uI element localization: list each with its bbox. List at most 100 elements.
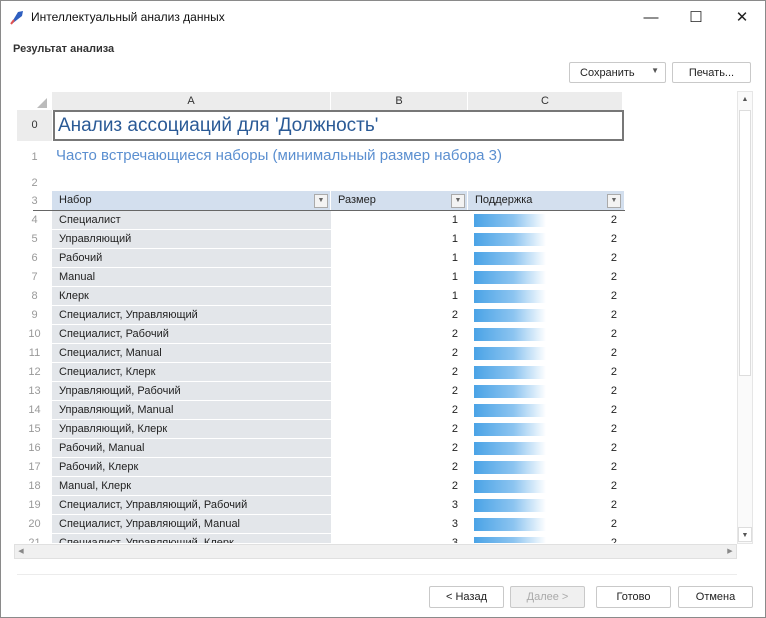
column-header-c[interactable]: C bbox=[468, 92, 623, 110]
cell-set[interactable]: Рабочий bbox=[52, 249, 331, 267]
cell-support[interactable]: 2 bbox=[537, 515, 617, 533]
support-data-bar bbox=[474, 461, 546, 474]
scroll-down-icon[interactable]: ▼ bbox=[738, 527, 752, 542]
filter-dropdown-icon[interactable]: ▼ bbox=[314, 194, 328, 208]
cell-support[interactable]: 2 bbox=[537, 344, 617, 362]
cell-size[interactable]: 2 bbox=[331, 420, 468, 438]
row-number: 12 bbox=[28, 366, 41, 378]
row-number: 16 bbox=[28, 442, 41, 454]
filter-dropdown-icon[interactable]: ▼ bbox=[607, 194, 621, 208]
back-button[interactable]: < Назад bbox=[429, 586, 504, 608]
cell-support[interactable]: 2 bbox=[537, 534, 617, 543]
print-button[interactable]: Печать... bbox=[672, 62, 751, 83]
cell-support[interactable]: 2 bbox=[537, 287, 617, 305]
cell-size[interactable]: 3 bbox=[331, 515, 468, 533]
support-data-bar bbox=[474, 537, 546, 543]
support-data-bar bbox=[474, 480, 546, 493]
cancel-button[interactable]: Отмена bbox=[678, 586, 753, 608]
column-header-b[interactable]: B bbox=[331, 92, 468, 110]
support-data-bar bbox=[474, 442, 546, 455]
cell-size[interactable]: 2 bbox=[331, 458, 468, 476]
cell-support[interactable]: 2 bbox=[537, 401, 617, 419]
cell-set[interactable]: Специалист, Клерк bbox=[52, 363, 331, 381]
cell-size[interactable]: 2 bbox=[331, 344, 468, 362]
corner-triangle-icon bbox=[37, 98, 47, 108]
next-button[interactable]: Далее > bbox=[510, 586, 585, 608]
cell-set[interactable]: Клерк bbox=[52, 287, 331, 305]
scroll-right-icon[interactable]: ▶ bbox=[724, 545, 736, 558]
close-button[interactable]: ✕ bbox=[719, 1, 765, 33]
row-number: 17 bbox=[28, 461, 41, 473]
cell-size[interactable]: 1 bbox=[331, 249, 468, 267]
cell-set[interactable]: Специалист bbox=[52, 211, 331, 229]
row-number: 0 bbox=[17, 110, 52, 141]
cell-size[interactable]: 1 bbox=[331, 268, 468, 286]
support-data-bar bbox=[474, 309, 546, 322]
cell-support[interactable]: 2 bbox=[537, 363, 617, 381]
cell-set[interactable]: Manual bbox=[52, 268, 331, 286]
spreadsheet-grid[interactable]: A B C 0 Анализ ассоциаций для 'Должность… bbox=[17, 91, 733, 543]
cell-size[interactable]: 1 bbox=[331, 230, 468, 248]
cell-set[interactable]: Специалист, Управляющий, Клерк bbox=[52, 534, 331, 543]
cell-size[interactable]: 2 bbox=[331, 363, 468, 381]
cell-support[interactable]: 2 bbox=[537, 382, 617, 400]
support-data-bar bbox=[474, 423, 546, 436]
cell-size[interactable]: 2 bbox=[331, 439, 468, 457]
cell-support[interactable]: 2 bbox=[537, 477, 617, 495]
cell-support[interactable]: 2 bbox=[537, 211, 617, 229]
cell-set[interactable]: Управляющий, Manual bbox=[52, 401, 331, 419]
report-subtitle: Часто встречающиеся наборы (минимальный … bbox=[56, 147, 503, 164]
row-number: 19 bbox=[28, 499, 41, 511]
cell-size[interactable]: 1 bbox=[331, 287, 468, 305]
cell-support[interactable]: 2 bbox=[537, 230, 617, 248]
vertical-scrollbar[interactable]: ▲ ▼ bbox=[737, 91, 753, 544]
cell-set[interactable]: Рабочий, Manual bbox=[52, 439, 331, 457]
maximize-button[interactable]: ☐ bbox=[673, 1, 719, 33]
cell-size[interactable]: 2 bbox=[331, 325, 468, 343]
header-set: Набор ▼ bbox=[52, 191, 331, 210]
column-header-a[interactable]: A bbox=[52, 92, 331, 110]
cell-size[interactable]: 1 bbox=[331, 211, 468, 229]
row-number: 18 bbox=[28, 480, 41, 492]
cell-support[interactable]: 2 bbox=[537, 306, 617, 324]
cell-support[interactable]: 2 bbox=[537, 458, 617, 476]
cell-set[interactable]: Специалист, Управляющий, Рабочий bbox=[52, 496, 331, 514]
vertical-scroll-thumb[interactable] bbox=[739, 110, 751, 376]
cell-support[interactable]: 2 bbox=[537, 249, 617, 267]
window-title: Интеллектуальный анализ данных bbox=[31, 10, 225, 24]
cell-set[interactable]: Manual, Клерк bbox=[52, 477, 331, 495]
filter-dropdown-icon[interactable]: ▼ bbox=[451, 194, 465, 208]
cell-set[interactable]: Управляющий bbox=[52, 230, 331, 248]
cell-size[interactable]: 3 bbox=[331, 496, 468, 514]
scroll-left-icon[interactable]: ◀ bbox=[15, 545, 27, 558]
finish-button[interactable]: Готово bbox=[596, 586, 671, 608]
cell-set[interactable]: Рабочий, Клерк bbox=[52, 458, 331, 476]
cell-support[interactable]: 2 bbox=[537, 325, 617, 343]
report-title: Анализ ассоциаций для 'Должность' bbox=[53, 110, 624, 141]
cell-set[interactable]: Специалист, Рабочий bbox=[52, 325, 331, 343]
minimize-button[interactable]: — bbox=[628, 1, 674, 33]
cell-set[interactable]: Специалист, Manual bbox=[52, 344, 331, 362]
row-number: 11 bbox=[28, 347, 41, 359]
cell-support[interactable]: 2 bbox=[537, 496, 617, 514]
cell-size[interactable]: 2 bbox=[331, 477, 468, 495]
cell-support[interactable]: 2 bbox=[537, 439, 617, 457]
cell-set[interactable]: Специалист, Управляющий, Manual bbox=[52, 515, 331, 533]
cell-size[interactable]: 2 bbox=[331, 382, 468, 400]
footer-divider bbox=[17, 574, 737, 575]
select-all-corner[interactable] bbox=[17, 92, 52, 110]
cell-set[interactable]: Управляющий, Рабочий bbox=[52, 382, 331, 400]
support-data-bar bbox=[474, 271, 546, 284]
cell-support[interactable]: 2 bbox=[537, 420, 617, 438]
cell-size[interactable]: 2 bbox=[331, 306, 468, 324]
cell-support[interactable]: 2 bbox=[537, 268, 617, 286]
horizontal-scrollbar[interactable]: ◀ ▶ bbox=[14, 544, 737, 559]
row-number: 3 bbox=[31, 195, 38, 207]
scroll-up-icon[interactable]: ▲ bbox=[738, 92, 752, 107]
save-button[interactable]: Сохранить ▼ bbox=[569, 62, 666, 83]
cell-size[interactable]: 3 bbox=[331, 534, 468, 543]
cell-set[interactable]: Управляющий, Клерк bbox=[52, 420, 331, 438]
cell-size[interactable]: 2 bbox=[331, 401, 468, 419]
chevron-down-icon: ▼ bbox=[651, 66, 659, 75]
cell-set[interactable]: Специалист, Управляющий bbox=[52, 306, 331, 324]
